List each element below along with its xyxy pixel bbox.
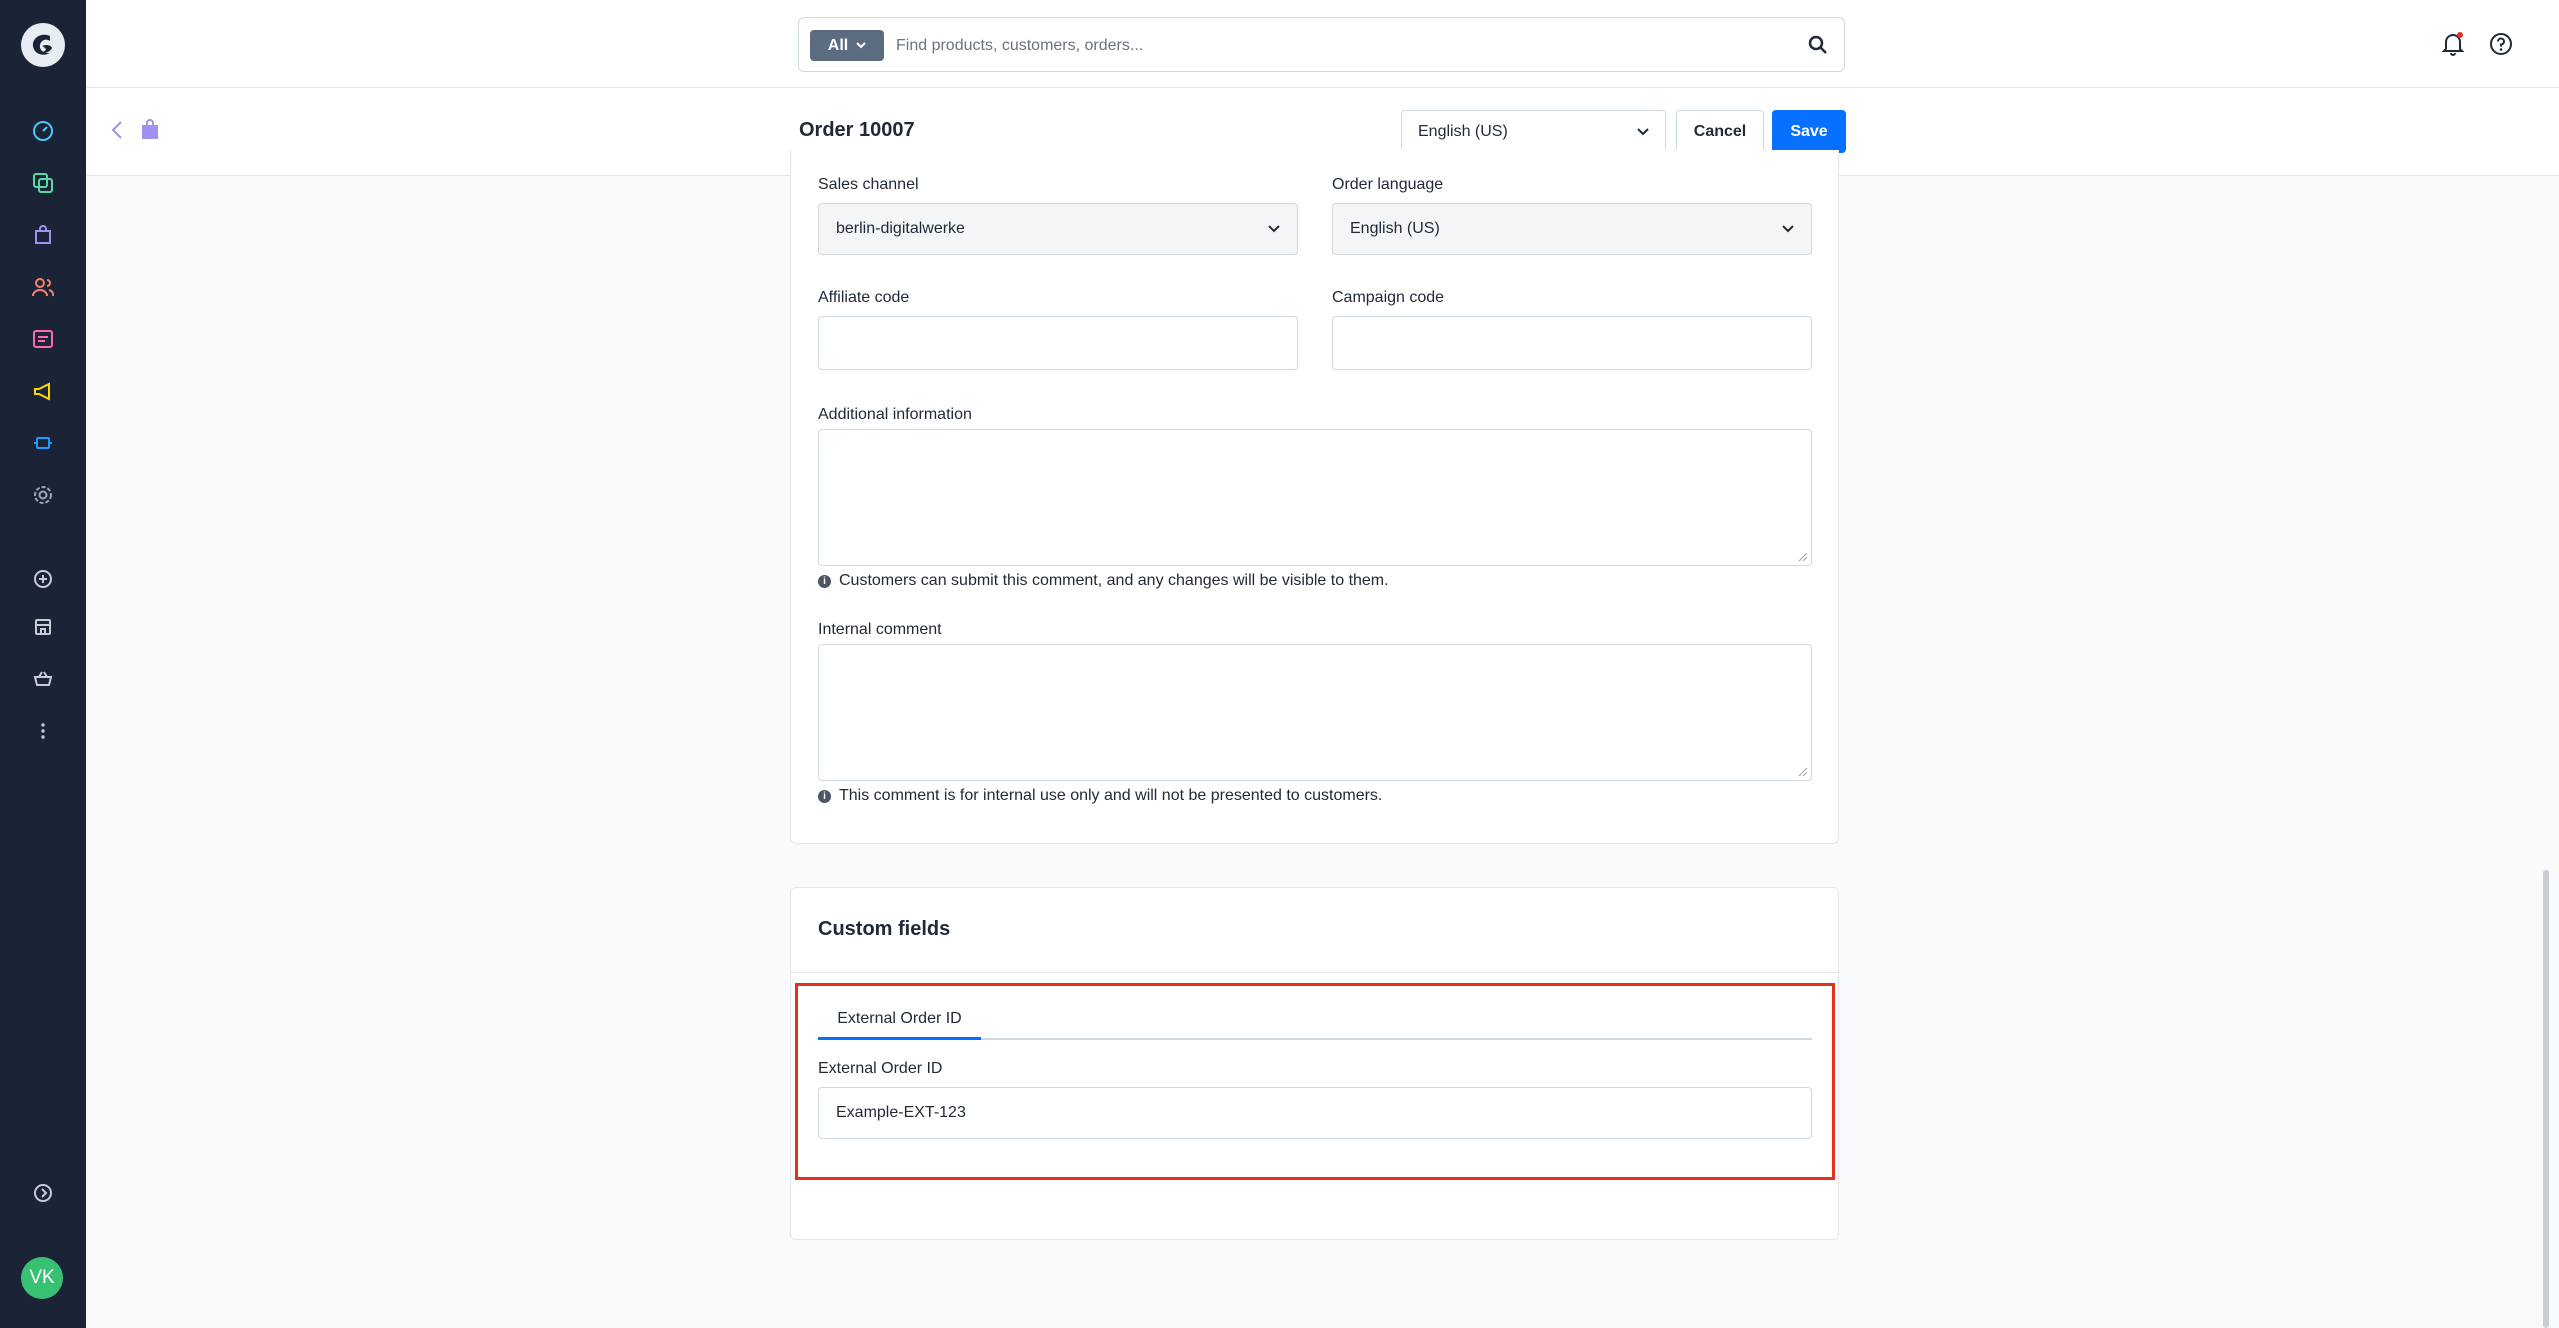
- affiliate-code-input[interactable]: [818, 316, 1298, 370]
- resize-handle-icon[interactable]: [1798, 552, 1808, 562]
- page-title: Order 10007: [799, 119, 915, 141]
- top-bar: All: [86, 0, 2559, 88]
- additional-info-textarea[interactable]: [818, 429, 1812, 566]
- campaign-code-input[interactable]: [1332, 316, 1812, 370]
- resize-handle-icon[interactable]: [1798, 767, 1808, 777]
- global-search: All: [798, 17, 1845, 72]
- dashboard-icon[interactable]: [26, 114, 60, 148]
- chevron-down-icon: [1268, 225, 1280, 233]
- storefront-icon[interactable]: [26, 610, 60, 644]
- additional-info-hint-text: Customers can submit this comment, and a…: [839, 572, 1389, 589]
- search-type-dropdown[interactable]: All: [810, 30, 884, 61]
- orders-icon[interactable]: [26, 218, 60, 252]
- chevron-down-icon: [1637, 127, 1649, 135]
- sidebar: VK: [0, 0, 86, 1328]
- internal-comment-label: Internal comment: [818, 621, 942, 638]
- cancel-button[interactable]: Cancel: [1676, 110, 1764, 153]
- basket-icon[interactable]: [26, 662, 60, 696]
- custom-fields-title: Custom fields: [818, 918, 951, 940]
- orders-module-icon: [142, 119, 158, 139]
- order-details-card: Sales channel berlin-digitalwerke Order …: [790, 150, 1839, 844]
- save-button[interactable]: Save: [1772, 110, 1846, 153]
- back-arrow-icon[interactable]: [106, 118, 130, 142]
- help-icon[interactable]: [2485, 28, 2517, 60]
- internal-comment-textarea[interactable]: [818, 644, 1812, 781]
- campaign-code-label: Campaign code: [1332, 289, 1445, 306]
- search-icon[interactable]: [1806, 33, 1830, 57]
- expand-sidebar-icon[interactable]: [26, 1176, 60, 1210]
- chevron-down-icon: [856, 42, 866, 49]
- marketing-icon[interactable]: [26, 374, 60, 408]
- affiliate-code-label: Affiliate code: [818, 289, 910, 306]
- custom-field-set-tabs: External Order ID: [818, 1000, 1812, 1040]
- content-icon[interactable]: [26, 322, 60, 356]
- settings-icon[interactable]: [26, 478, 60, 512]
- more-icon[interactable]: [26, 714, 60, 748]
- external-order-id-label: External Order ID: [818, 1060, 943, 1077]
- shopware-logo[interactable]: [21, 23, 65, 67]
- search-type-label: All: [827, 36, 849, 54]
- search-input[interactable]: [896, 28, 1776, 63]
- avatar[interactable]: VK: [21, 1257, 63, 1299]
- language-switch-value: English (US): [1418, 122, 1508, 140]
- order-language-label: Order language: [1332, 176, 1444, 193]
- additional-info-label: Additional information: [818, 406, 972, 423]
- catalogues-icon[interactable]: [26, 166, 60, 200]
- info-icon: i: [818, 574, 831, 588]
- sales-channel-select[interactable]: berlin-digitalwerke: [818, 203, 1298, 255]
- additional-info-hint: i Customers can submit this comment, and…: [818, 572, 1389, 590]
- add-sales-channel-icon[interactable]: [26, 562, 60, 596]
- sales-channel-value: berlin-digitalwerke: [836, 220, 965, 237]
- chevron-down-icon: [1782, 225, 1794, 233]
- external-order-id-input[interactable]: Example-EXT-123: [818, 1087, 1812, 1139]
- internal-comment-hint: i This comment is for internal use only …: [818, 787, 1382, 805]
- sales-channel-label: Sales channel: [818, 176, 919, 193]
- customers-icon[interactable]: [26, 270, 60, 304]
- tab-external-order-id[interactable]: External Order ID: [818, 1000, 981, 1040]
- card-divider: [791, 972, 1838, 973]
- page-scrollbar[interactable]: [2543, 870, 2549, 1328]
- order-language-select[interactable]: English (US): [1332, 203, 1812, 255]
- logo-icon: [32, 34, 52, 55]
- order-language-value: English (US): [1350, 220, 1440, 237]
- info-icon: i: [818, 789, 831, 803]
- internal-comment-hint-text: This comment is for internal use only an…: [839, 787, 1383, 804]
- language-switch[interactable]: English (US): [1401, 110, 1666, 153]
- notifications-icon[interactable]: [2437, 28, 2469, 60]
- extensions-icon[interactable]: [26, 426, 60, 460]
